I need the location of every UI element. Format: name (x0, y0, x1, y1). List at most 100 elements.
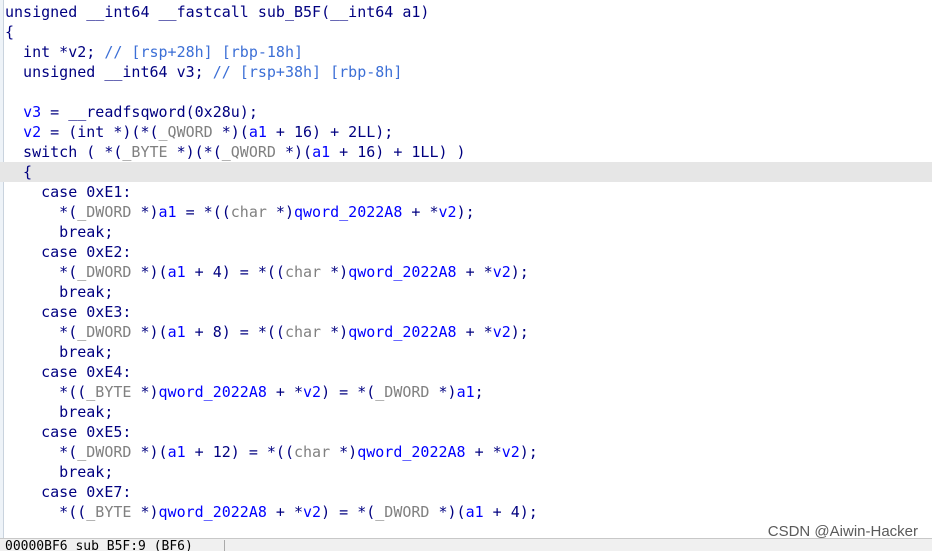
code-token: _DWORD (77, 323, 132, 341)
code-token: *( (5, 443, 78, 461)
code-line-18[interactable]: break; (0, 342, 932, 362)
function-signature: unsigned __int64 __fastcall sub_B5F(__in… (5, 3, 430, 21)
code-line-4[interactable]: unsigned __int64 v3; // [rsp+38h] [rbp-8… (0, 62, 932, 82)
code-line-12[interactable]: break; (0, 222, 932, 242)
code-line-22[interactable]: case 0xE5: (0, 422, 932, 442)
code-line-6[interactable]: v3 = __readfsqword(0x28u); (0, 102, 932, 122)
code-token: a1 (167, 263, 186, 281)
code-token: int *v2; (5, 43, 105, 61)
code-token: break; (5, 343, 114, 361)
code-token: v2 (303, 503, 322, 521)
watermark: CSDN @Aiwin-Hacker (767, 523, 918, 540)
code-token: = *(( (176, 203, 231, 221)
status-separator (224, 540, 225, 551)
code-token: *(( (5, 503, 87, 521)
code-token: a1 (456, 383, 475, 401)
code-token: qword_2022A8 (348, 263, 457, 281)
code-token: char (294, 443, 331, 461)
code-token: + * (266, 383, 304, 401)
code-line-1[interactable]: unsigned __int64 __fastcall sub_B5F(__in… (0, 2, 932, 22)
code-token: v2 (23, 123, 42, 141)
code-token: + 4); (483, 503, 538, 521)
code-line-2[interactable]: { (0, 22, 932, 42)
code-token: qword_2022A8 (294, 203, 403, 221)
code-token: ) = *( (321, 503, 376, 521)
code-token: *(( (5, 383, 87, 401)
code-token: break; (5, 403, 114, 421)
code-token: + * (456, 263, 493, 281)
code-token: case 0xE2: (5, 243, 132, 261)
code-token: char (284, 323, 322, 341)
code-token: ); (519, 443, 538, 461)
code-token: *( (5, 203, 78, 221)
code-token: qword_2022A8 (158, 383, 267, 401)
code-token: *)(*( (167, 143, 222, 161)
code-token: v2 (438, 203, 457, 221)
code-token: case 0xE5: (5, 423, 132, 441)
code-token: + 4) = *(( (185, 263, 285, 281)
code-token: + 16) + 2LL); (266, 123, 394, 141)
code-token: + * (456, 323, 493, 341)
code-token: a1 (465, 503, 484, 521)
code-token: *( (5, 263, 78, 281)
code-token: _QWORD (158, 123, 213, 141)
code-token: *)( (131, 323, 168, 341)
code-token: *( (5, 323, 78, 341)
code-token: *) (131, 503, 159, 521)
code-line-5[interactable] (0, 82, 932, 102)
status-location: 00000BF6 sub_B5F:9 (BF6) (5, 539, 193, 551)
code-line-13[interactable]: case 0xE2: (0, 242, 932, 262)
code-token: _DWORD (77, 443, 132, 461)
code-token: v2 (501, 443, 520, 461)
code-token: qword_2022A8 (348, 323, 457, 341)
code-token: *) (429, 383, 457, 401)
code-token: _BYTE (86, 503, 132, 521)
code-token: *)( (275, 143, 313, 161)
code-token: *)( (212, 123, 249, 141)
code-token: break; (5, 223, 114, 241)
code-token: *) (330, 443, 358, 461)
code-token: break; (5, 463, 114, 481)
code-token: case 0xE7: (5, 483, 132, 501)
code-comment: // [rsp+28h] [rbp-18h] (104, 43, 304, 61)
code-token: ; (474, 383, 484, 401)
code-token: qword_2022A8 (357, 443, 466, 461)
code-token: _DWORD (77, 203, 132, 221)
code-token: a1 (167, 323, 186, 341)
code-token: ); (456, 203, 475, 221)
code-token: break; (5, 283, 114, 301)
code-line-26[interactable]: *((_BYTE *)qword_2022A8 + *v2) = *(_DWOR… (0, 502, 932, 522)
code-line-21[interactable]: break; (0, 402, 932, 422)
code-token: _DWORD (77, 263, 132, 281)
code-token: v2 (492, 323, 511, 341)
code-token: ) = *( (321, 383, 376, 401)
code-token: ); (510, 263, 529, 281)
code-line-25[interactable]: case 0xE7: (0, 482, 932, 502)
code-line-3[interactable]: int *v2; // [rsp+28h] [rbp-18h] (0, 42, 932, 62)
code-line-24[interactable]: break; (0, 462, 932, 482)
code-line-19[interactable]: case 0xE4: (0, 362, 932, 382)
code-line-11[interactable]: *(_DWORD *)a1 = *((char *)qword_2022A8 +… (0, 202, 932, 222)
code-token: char (284, 263, 322, 281)
code-line-20[interactable]: *((_BYTE *)qword_2022A8 + *v2) = *(_DWOR… (0, 382, 932, 402)
code-line-17[interactable]: *(_DWORD *)(a1 + 8) = *((char *)qword_20… (0, 322, 932, 342)
code-line-9-highlighted[interactable]: { (0, 162, 932, 182)
pseudocode-view[interactable]: unsigned __int64 __fastcall sub_B5F(__in… (0, 0, 932, 538)
code-token: case 0xE3: (5, 303, 132, 321)
code-line-10[interactable]: case 0xE1: (0, 182, 932, 202)
code-token: ); (510, 323, 529, 341)
code-line-8[interactable]: switch ( *(_BYTE *)(*(_QWORD *)(a1 + 16)… (0, 142, 932, 162)
code-line-23[interactable]: *(_DWORD *)(a1 + 12) = *((char *)qword_2… (0, 442, 932, 462)
code-token: v3 (23, 103, 42, 121)
code-token: _BYTE (86, 383, 132, 401)
code-token: *) (131, 203, 159, 221)
code-line-7[interactable]: v2 = (int *)(*(_QWORD *)(a1 + 16) + 2LL)… (0, 122, 932, 142)
code-token: _QWORD (221, 143, 276, 161)
code-line-16[interactable]: case 0xE3: (0, 302, 932, 322)
code-token: *)( (429, 503, 466, 521)
code-token: *)( (131, 263, 168, 281)
code-line-14[interactable]: *(_DWORD *)(a1 + 4) = *((char *)qword_20… (0, 262, 932, 282)
code-token: qword_2022A8 (158, 503, 267, 521)
code-token: unsigned __int64 v3; (5, 63, 213, 81)
code-line-15[interactable]: break; (0, 282, 932, 302)
